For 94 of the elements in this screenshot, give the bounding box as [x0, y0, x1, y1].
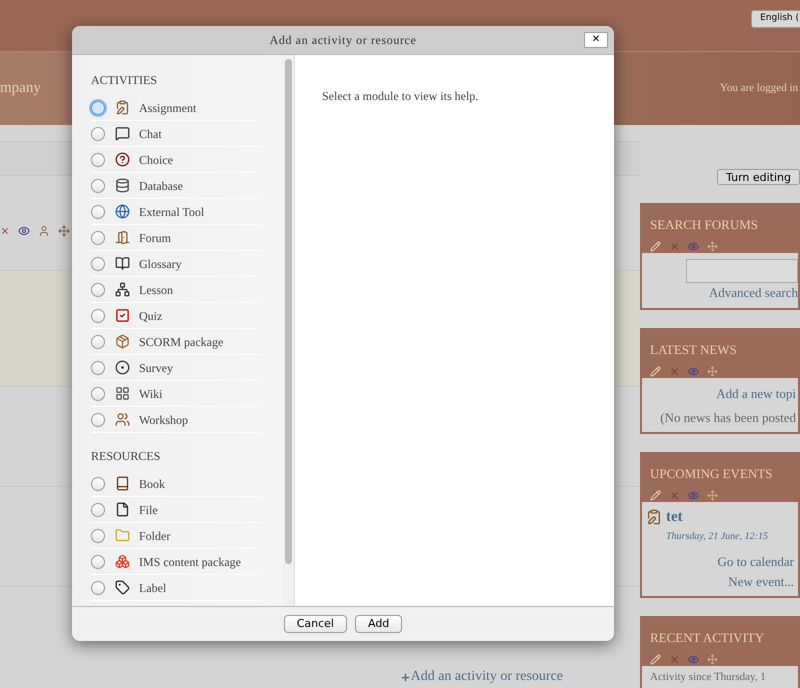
section-heading: RESOURCES	[91, 448, 162, 465]
eye-icon[interactable]	[18, 225, 30, 237]
radio-button[interactable]	[91, 334, 105, 348]
move-icon[interactable]	[58, 225, 70, 237]
module-label[interactable]: Choice	[139, 150, 173, 168]
module-label[interactable]: Lesson	[139, 280, 173, 298]
login-info: You are logged in	[720, 81, 798, 96]
section-heading: ACTIVITIES	[91, 72, 158, 89]
edit-icon[interactable]	[650, 654, 661, 665]
block-title: SEARCH FORUMS	[650, 217, 758, 232]
delete-icon[interactable]	[0, 226, 10, 236]
module-icon	[114, 334, 130, 349]
module-label[interactable]: Label	[139, 578, 166, 596]
radio-button[interactable]	[91, 100, 105, 114]
module-icon	[114, 126, 130, 141]
move-icon[interactable]	[707, 654, 718, 665]
module-label[interactable]: Folder	[139, 526, 170, 544]
module-icon	[114, 528, 130, 543]
module-label[interactable]: Chat	[139, 124, 162, 142]
module-icon	[114, 554, 130, 569]
plus-icon	[400, 672, 411, 682]
module-label[interactable]: File	[139, 500, 158, 518]
module-icon	[114, 308, 130, 323]
module-label[interactable]: IMS content package	[139, 552, 241, 570]
site-name: mpany	[0, 79, 41, 98]
move-icon[interactable]	[707, 366, 718, 377]
advanced-search-link[interactable]: Advanced search	[708, 283, 798, 302]
event-date: Thursday, 21 June, 12:15	[665, 530, 769, 544]
dialog-button[interactable]: Cancel	[284, 615, 347, 633]
module-icon	[114, 152, 130, 167]
scrollbar-thumb[interactable]	[284, 59, 292, 564]
module-label[interactable]: Glossary	[139, 254, 182, 272]
block-title: UPCOMING EVENTS	[650, 466, 772, 481]
radio-button[interactable]	[91, 178, 105, 192]
radio-button[interactable]	[91, 502, 105, 516]
add-activity-link[interactable]: Add an activity or resource	[400, 669, 563, 685]
radio-button[interactable]	[91, 554, 105, 568]
module-icon	[114, 580, 130, 595]
radio-button[interactable]	[91, 256, 105, 270]
dialog-title: Add an activity or resource	[270, 32, 416, 49]
radio-button[interactable]	[91, 386, 105, 400]
event-title-link[interactable]: tet	[666, 506, 683, 528]
move-icon[interactable]	[707, 490, 718, 501]
module-label[interactable]: Assignment	[139, 98, 196, 116]
radio-button[interactable]	[91, 204, 105, 218]
module-icon	[114, 386, 130, 401]
radio-button[interactable]	[91, 230, 105, 244]
module-label[interactable]: Book	[139, 474, 166, 492]
module-icon	[114, 502, 130, 517]
assignment-icon	[646, 509, 662, 526]
move-icon[interactable]	[707, 241, 718, 252]
language-button[interactable]: English (	[751, 10, 800, 28]
search-field[interactable]	[686, 259, 798, 283]
module-label[interactable]: Wiki	[139, 384, 163, 402]
module-label[interactable]: External Tool	[139, 202, 204, 220]
module-label[interactable]: SCORM package	[139, 332, 224, 350]
radio-button[interactable]	[91, 580, 105, 594]
recent-activity-note: Activity since Thursday, 1	[650, 671, 766, 683]
module-icon	[114, 230, 130, 245]
radio-button[interactable]	[91, 152, 105, 166]
add-topic-link[interactable]: Add a new topi	[716, 382, 796, 406]
module-icon	[114, 204, 130, 219]
edit-icon[interactable]	[650, 490, 661, 501]
module-icon	[114, 360, 130, 375]
edit-icon[interactable]	[650, 366, 661, 377]
help-text: Select a module to view its help.	[322, 89, 478, 103]
calendar-link[interactable]: Go to calendar	[717, 552, 794, 572]
module-icon	[114, 100, 130, 115]
module-icon	[114, 476, 130, 491]
module-icon	[114, 256, 130, 271]
module-label[interactable]: Database	[139, 176, 183, 194]
radio-button[interactable]	[91, 126, 105, 140]
radio-button[interactable]	[91, 528, 105, 542]
radio-button[interactable]	[91, 412, 105, 426]
turn-editing-button[interactable]: Turn editing	[717, 169, 800, 185]
module-icon	[114, 178, 130, 193]
module-icon	[114, 412, 130, 427]
radio-button[interactable]	[91, 282, 105, 296]
radio-button[interactable]	[91, 308, 105, 322]
news-note: (No news has been posted	[660, 409, 796, 427]
radio-button[interactable]	[91, 360, 105, 374]
module-icon	[114, 282, 130, 297]
module-label[interactable]: Workshop	[139, 410, 188, 428]
radio-button[interactable]	[91, 476, 105, 490]
module-label[interactable]: Forum	[139, 228, 172, 246]
module-label[interactable]: Quiz	[139, 306, 162, 324]
close-button[interactable]: ✕	[584, 32, 608, 48]
person-icon[interactable]	[38, 225, 50, 237]
edit-icon[interactable]	[650, 241, 661, 252]
calendar-link[interactable]: New event...	[728, 572, 794, 592]
block-title: LATEST NEWS	[650, 342, 737, 357]
dialog-button[interactable]: Add	[354, 615, 402, 633]
module-label[interactable]: Survey	[139, 358, 173, 376]
block-title: RECENT ACTIVITY	[650, 630, 764, 645]
